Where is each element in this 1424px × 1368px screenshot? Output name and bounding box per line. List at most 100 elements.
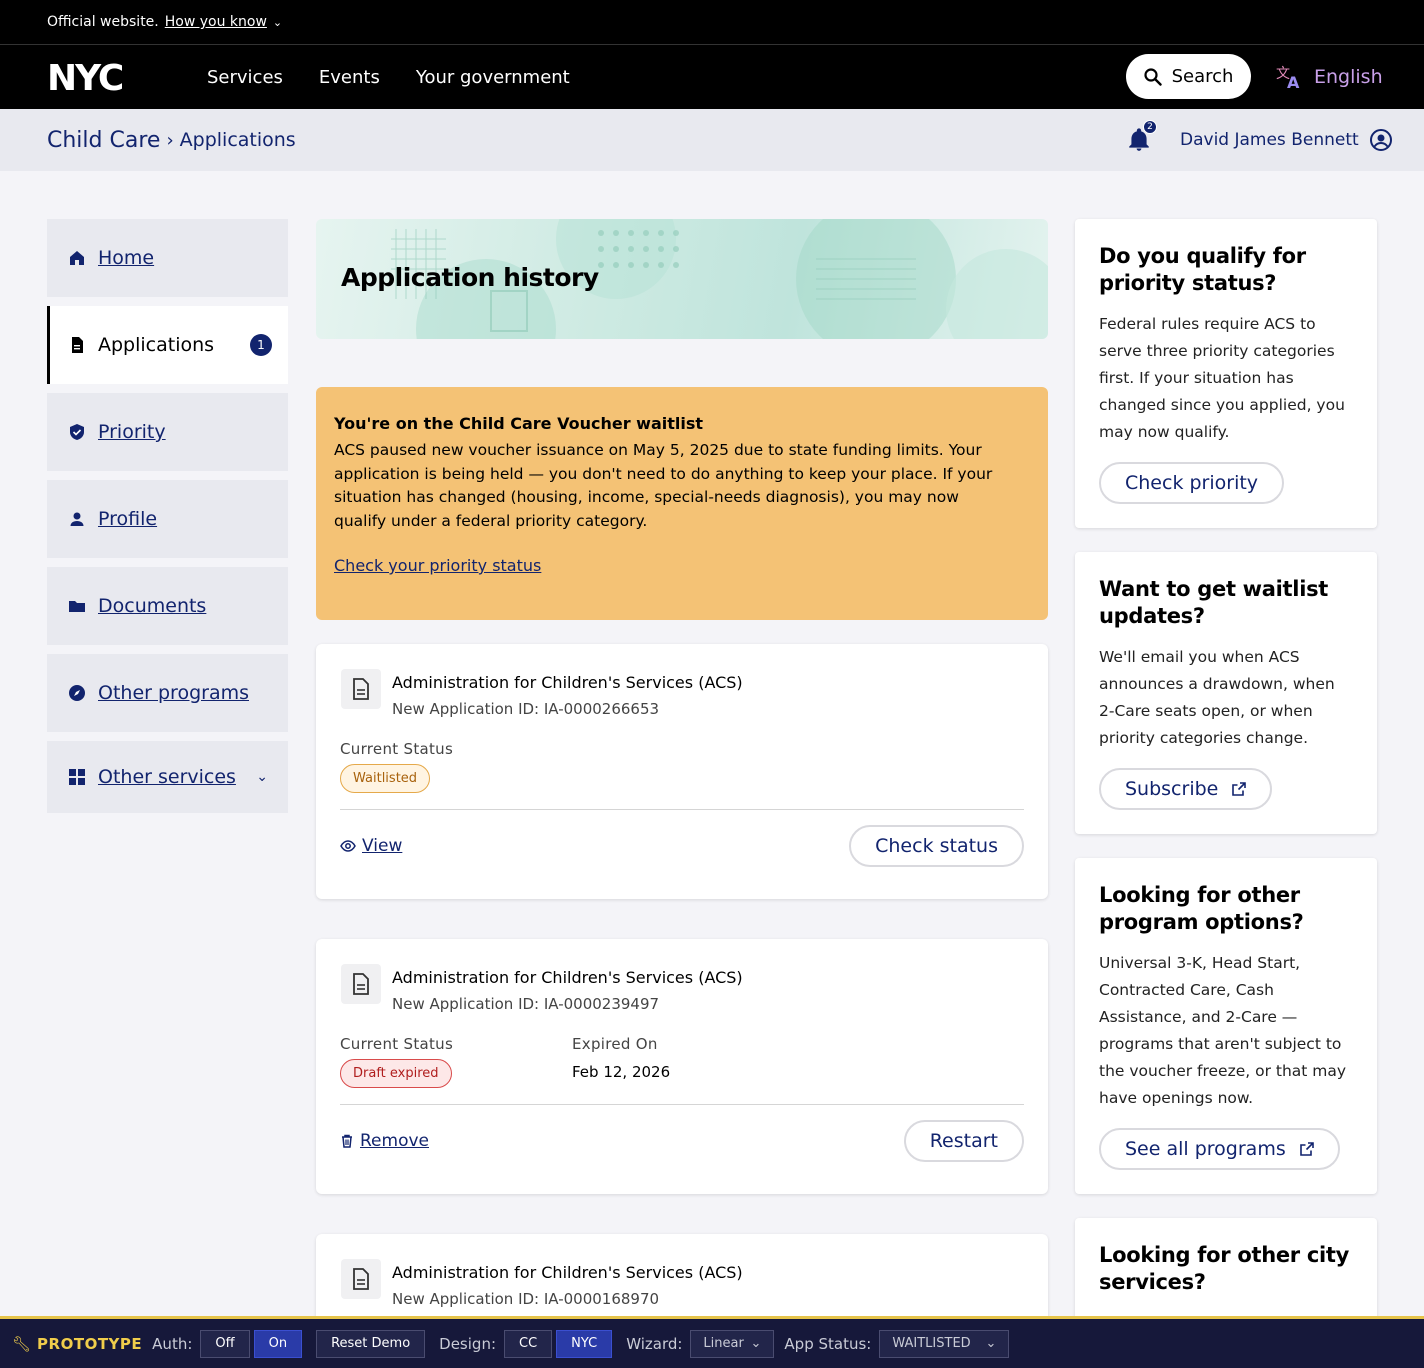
other-programs-card: Looking for other program options? Unive… <box>1075 858 1377 1194</box>
status-badge: Waitlisted <box>340 764 431 793</box>
design-nyc-button[interactable]: NYC <box>556 1329 613 1358</box>
sidebar-item-applications[interactable]: Applications 1 <box>47 306 288 384</box>
status-label: Current Status <box>340 740 454 758</box>
reset-demo-button[interactable]: Reset Demo <box>316 1329 426 1358</box>
search-icon <box>1143 67 1162 86</box>
card-title: Do you qualify for priority status? <box>1099 244 1306 295</box>
breadcrumb-current: Applications <box>179 129 296 151</box>
wrench-icon: 🔧︎ <box>12 1334 32 1353</box>
auth-off-button[interactable]: Off <box>200 1329 250 1358</box>
waitlist-alert: You're on the Child Care Voucher waitlis… <box>316 387 1048 620</box>
waitlist-updates-card: Want to get waitlist updates? We'll emai… <box>1075 552 1377 834</box>
application-fields: Current Status Draft expired Expired On … <box>340 1035 1024 1088</box>
sidebar-item-label[interactable]: Home <box>98 247 154 269</box>
card-actions: Remove Restart <box>340 1105 1024 1177</box>
prototype-toolbar: 🔧︎ PROTOTYPE Auth: Off On Reset Demo Des… <box>0 1316 1424 1368</box>
app-status-select[interactable]: WAITLISTED ⌄ <box>879 1329 1010 1358</box>
external-link-icon <box>1299 1142 1314 1156</box>
priority-card: Do you qualify for priority status? Fede… <box>1075 219 1377 528</box>
see-all-programs-button[interactable]: See all programs <box>1099 1128 1340 1170</box>
subscribe-label: Subscribe <box>1125 778 1219 800</box>
expired-value: Feb 12, 2026 <box>572 1063 671 1081</box>
eye-icon <box>340 840 356 852</box>
breadcrumb: Child Care › Applications <box>47 109 296 171</box>
application-card: Administration for Children's Services (… <box>316 644 1048 899</box>
sidebar-item-other-programs[interactable]: Other programs <box>47 654 288 732</box>
auth-label: Auth: <box>152 1334 193 1353</box>
site-header: NYC Services Events Your government Sear… <box>0 45 1424 109</box>
sidebar-nav: Home Applications 1 Priority Profile Doc… <box>47 219 288 822</box>
application-id: New Application ID: IA-0000239497 <box>392 995 660 1013</box>
application-card: Administration for Children's Services (… <box>316 939 1048 1194</box>
nav-your-government[interactable]: Your government <box>416 67 570 88</box>
status-badge: Draft expired <box>340 1059 452 1088</box>
nav-events[interactable]: Events <box>319 67 380 88</box>
main-content: Application history You're on the Child … <box>316 219 1048 1354</box>
sidebar-item-documents[interactable]: Documents <box>47 567 288 645</box>
breadcrumb-bar: Child Care › Applications David James Be… <box>0 109 1424 171</box>
sidebar-item-label[interactable]: Other programs <box>98 682 249 704</box>
breadcrumb-separator: › <box>166 129 174 151</box>
sidebar-item-label[interactable]: Priority <box>98 421 166 443</box>
language-label: English <box>1314 66 1383 88</box>
restart-button[interactable]: Restart <box>903 1120 1024 1162</box>
nav-services[interactable]: Services <box>207 67 283 88</box>
wizard-label: Wizard: <box>626 1334 683 1353</box>
sidebar-item-home[interactable]: Home <box>47 219 288 297</box>
view-link[interactable]: View <box>340 836 402 856</box>
chevron-down-icon: ⌄ <box>985 1336 997 1351</box>
sidebar-item-priority[interactable]: Priority <box>47 393 288 471</box>
remove-label: Remove <box>360 1131 429 1151</box>
sidebar-item-profile[interactable]: Profile <box>47 480 288 558</box>
prototype-label: PROTOTYPE <box>37 1334 143 1353</box>
check-priority-status-link[interactable]: Check your priority status <box>334 556 541 575</box>
applications-count-badge: 1 <box>250 334 272 356</box>
chevron-down-icon: ⌄ <box>750 1336 762 1351</box>
sidebar-item-label[interactable]: Documents <box>98 595 206 617</box>
card-title: Looking for other program options? <box>1099 883 1304 934</box>
subscribe-button[interactable]: Subscribe <box>1099 768 1273 810</box>
folder-icon <box>69 601 85 612</box>
language-selector[interactable]: 文A English <box>1276 45 1383 109</box>
main-nav: Services Events Your government <box>207 45 570 109</box>
application-id: New Application ID: IA-0000266653 <box>392 700 660 718</box>
status-field: Current Status Draft expired <box>340 1035 572 1088</box>
check-priority-button[interactable]: Check priority <box>1099 462 1285 504</box>
breadcrumb-root[interactable]: Child Care <box>47 128 160 153</box>
svg-text:NYC: NYC <box>47 60 123 94</box>
see-all-programs-label: See all programs <box>1125 1138 1286 1160</box>
design-cc-button[interactable]: CC <box>504 1329 553 1358</box>
document-icon <box>341 964 381 1004</box>
expired-label: Expired On <box>572 1035 658 1053</box>
account-circle-icon <box>1369 129 1392 151</box>
user-menu[interactable]: David James Bennett <box>1180 109 1393 171</box>
remove-link[interactable]: Remove <box>340 1131 429 1151</box>
how-you-know-link[interactable]: How you know <box>165 14 267 30</box>
svg-text:A: A <box>1287 73 1300 90</box>
search-label: Search <box>1171 66 1234 87</box>
card-title: Looking for other city services? <box>1099 1243 1350 1294</box>
chevron-down-icon[interactable]: ⌄ <box>256 769 268 785</box>
right-rail: Do you qualify for priority status? Fede… <box>1075 219 1377 1368</box>
application-id: New Application ID: IA-0000168970 <box>392 1290 660 1308</box>
application-agency: Administration for Children's Services (… <box>392 673 743 692</box>
check-status-button[interactable]: Check status <box>849 825 1024 867</box>
person-icon <box>70 512 84 526</box>
sidebar-item-other-services[interactable]: Other services ⌄ <box>47 741 288 813</box>
wizard-select[interactable]: Linear ⌄ <box>690 1329 775 1358</box>
auth-on-button[interactable]: On <box>253 1329 303 1358</box>
page-hero: Application history <box>316 219 1048 339</box>
card-title: Want to get waitlist updates? <box>1099 577 1329 628</box>
application-agency: Administration for Children's Services (… <box>392 1263 743 1282</box>
document-icon <box>72 337 83 353</box>
nyc-logo[interactable]: NYC <box>47 60 150 94</box>
trash-icon <box>342 1134 352 1148</box>
page-title: Application history <box>341 263 599 292</box>
card-body: Federal rules require ACS to serve three… <box>1099 315 1345 441</box>
official-text: Official website. <box>47 14 159 30</box>
sidebar-item-label[interactable]: Other services <box>98 766 236 788</box>
sidebar-item-label[interactable]: Profile <box>98 508 157 530</box>
card-body: Universal 3-K, Head Start, Contracted Ca… <box>1099 954 1347 1107</box>
card-actions: View Check status <box>340 810 1024 882</box>
search-button[interactable]: Search <box>1126 54 1251 99</box>
